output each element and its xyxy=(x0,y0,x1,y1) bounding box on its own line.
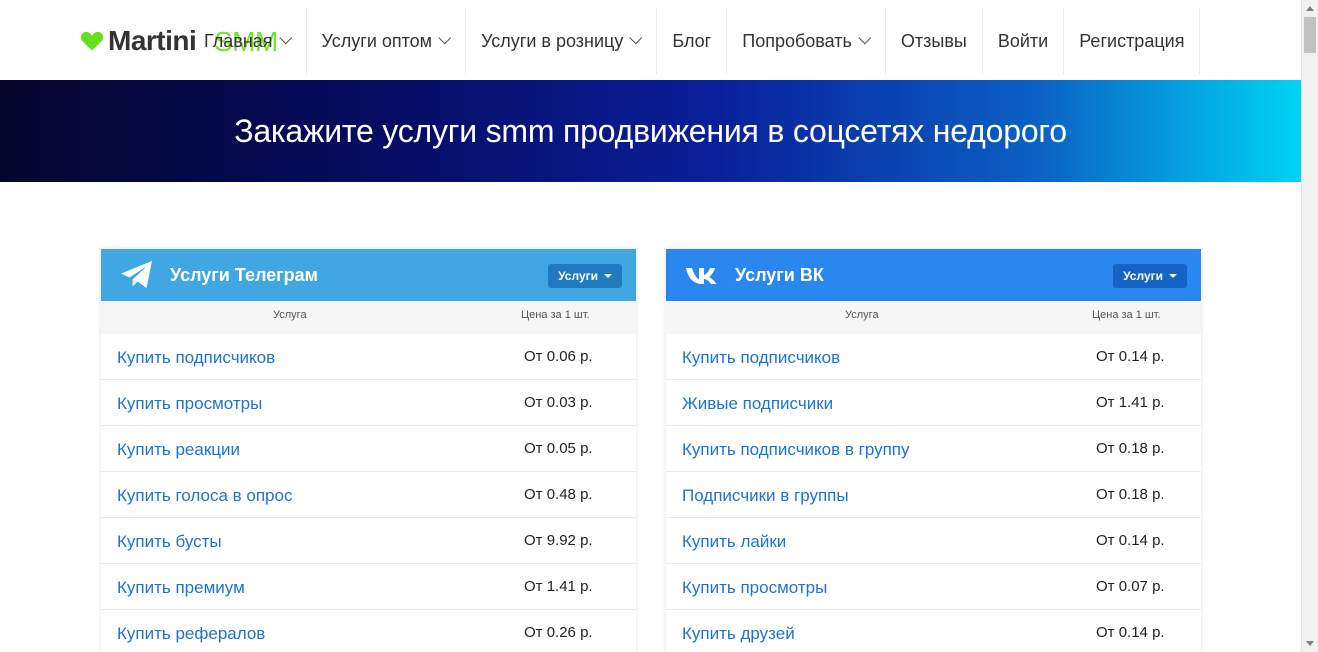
service-price: От 0.18 р. xyxy=(1096,486,1165,503)
chevron-down-icon xyxy=(858,31,872,44)
service-link[interactable]: Купить друзей xyxy=(682,624,795,644)
service-price: От 0.48 р. xyxy=(524,486,593,503)
service-link[interactable]: Купить просмотры xyxy=(682,578,827,598)
table-row: Купить лайки От 0.14 р. xyxy=(666,518,1201,564)
service-price: От 0.18 р. xyxy=(1096,440,1165,457)
nav-item-login[interactable]: Войти xyxy=(983,8,1065,74)
main-nav: Главная Услуги оптом Услуги в розницу Бл… xyxy=(196,8,1201,74)
column-header-price: Цена за 1 шт. xyxy=(521,309,590,321)
column-header-service: Услуга xyxy=(845,309,879,321)
service-price: От 0.14 р. xyxy=(1096,348,1165,365)
service-link[interactable]: Купить лайки xyxy=(682,532,786,552)
scroll-up-arrow-icon[interactable] xyxy=(1306,6,1314,11)
logo-text-martini: Martini xyxy=(108,25,197,56)
scroll-down-arrow-icon[interactable] xyxy=(1306,641,1314,646)
site-logo[interactable]: Martini SMM xyxy=(80,25,278,57)
service-price: От 0.03 р. xyxy=(524,394,593,411)
telegram-services-card: Услуги Телеграм Услуги Услуга Цена за 1 … xyxy=(101,249,636,652)
service-price: От 9.92 р. xyxy=(524,532,593,549)
nav-item-label: Блог xyxy=(672,30,712,51)
site-header: Martini SMM Главная Услуги оптом Услуги … xyxy=(0,0,1301,80)
service-price: От 0.05 р. xyxy=(524,440,593,457)
table-row: Купить подписчиков От 0.14 р. xyxy=(666,334,1201,380)
nav-item-label: Главная xyxy=(204,30,273,51)
table-row: Купить просмотры От 0.07 р. xyxy=(666,564,1201,610)
scrollbar-thumb[interactable] xyxy=(1304,17,1316,53)
service-link[interactable]: Купить голоса в опрос xyxy=(117,486,292,506)
hero-title: Закажите услуги smm продвижения в соцсет… xyxy=(234,112,1067,149)
nav-item-register[interactable]: Регистрация xyxy=(1064,8,1201,74)
caret-down-icon xyxy=(1169,274,1177,278)
chevron-down-icon xyxy=(278,31,292,44)
service-link[interactable]: Купить реакции xyxy=(117,440,240,460)
table-row: Купить друзей От 0.14 р. xyxy=(666,610,1201,652)
service-price: От 1.41 р. xyxy=(1096,394,1165,411)
table-row: Купить подписчиков в группу От 0.18 р. xyxy=(666,426,1201,472)
service-link[interactable]: Подписчики в группы xyxy=(682,486,849,506)
telegram-icon xyxy=(121,261,152,288)
table-row: Подписчики в группы От 0.18 р. xyxy=(666,472,1201,518)
table-row: Купить бусты От 9.92 р. xyxy=(101,518,636,564)
service-link[interactable]: Купить рефералов xyxy=(117,624,265,644)
service-price: От 0.26 р. xyxy=(524,624,593,641)
services-dropdown-button[interactable]: Услуги xyxy=(1113,264,1187,288)
nav-item-blog[interactable]: Блог xyxy=(657,8,728,74)
column-header-price: Цена за 1 шт. xyxy=(1092,309,1161,321)
nav-item-home[interactable]: Главная xyxy=(196,8,307,74)
table-row: Живые подписчики От 1.41 р. xyxy=(666,380,1201,426)
services-button-label: Услуги xyxy=(558,269,598,283)
chevron-down-icon xyxy=(629,31,643,44)
card-header: Услуги Телеграм Услуги xyxy=(101,249,636,301)
service-link[interactable]: Купить подписчиков в группу xyxy=(682,440,910,460)
service-link[interactable]: Купить подписчиков xyxy=(682,348,840,368)
service-link[interactable]: Купить бусты xyxy=(117,532,222,552)
nav-item-label: Регистрация xyxy=(1079,30,1185,51)
service-link[interactable]: Купить премиум xyxy=(117,578,245,598)
service-link[interactable]: Живые подписчики xyxy=(682,394,833,414)
heart-icon xyxy=(80,31,104,51)
nav-item-label: Отзывы xyxy=(900,30,967,51)
nav-item-wholesale[interactable]: Услуги оптом xyxy=(307,8,467,74)
service-price: От 0.14 р. xyxy=(1096,624,1165,641)
service-link[interactable]: Купить подписчиков xyxy=(117,348,275,368)
nav-item-try[interactable]: Попробовать xyxy=(727,8,886,74)
card-header: Услуги ВК Услуги xyxy=(666,249,1201,301)
table-row: Купить премиум От 1.41 р. xyxy=(101,564,636,610)
caret-down-icon xyxy=(604,274,612,278)
nav-item-label: Попробовать xyxy=(742,30,852,51)
table-row: Купить голоса в опрос От 0.48 р. xyxy=(101,472,636,518)
nav-item-label: Услуги оптом xyxy=(321,30,433,51)
service-price: От 0.06 р. xyxy=(524,348,593,365)
table-row: Купить реакции От 0.05 р. xyxy=(101,426,636,472)
nav-item-retail[interactable]: Услуги в розницу xyxy=(466,8,658,74)
table-row: Купить просмотры От 0.03 р. xyxy=(101,380,636,426)
vk-services-card: Услуги ВК Услуги Услуга Цена за 1 шт. Ку… xyxy=(666,249,1201,652)
nav-item-label: Услуги в розницу xyxy=(481,30,624,51)
service-price: От 0.14 р. xyxy=(1096,532,1165,549)
table-row: Купить рефералов От 0.26 р. xyxy=(101,610,636,652)
nav-item-label: Войти xyxy=(997,30,1049,51)
services-dropdown-button[interactable]: Услуги xyxy=(548,264,622,288)
chevron-down-icon xyxy=(438,31,452,44)
column-header-service: Услуга xyxy=(273,309,307,321)
services-button-label: Услуги xyxy=(1123,269,1163,283)
page-scrollbar[interactable] xyxy=(1301,0,1318,652)
card-title: Услуги ВК xyxy=(735,265,824,285)
hero-banner: Закажите услуги smm продвижения в соцсет… xyxy=(0,80,1301,182)
service-link[interactable]: Купить просмотры xyxy=(117,394,262,414)
card-title: Услуги Телеграм xyxy=(170,265,318,285)
service-price: От 0.07 р. xyxy=(1096,578,1165,595)
table-header: Услуга Цена за 1 шт. xyxy=(666,301,1201,334)
table-row: Купить подписчиков От 0.06 р. xyxy=(101,334,636,380)
nav-item-reviews[interactable]: Отзывы xyxy=(886,8,983,74)
service-price: От 1.41 р. xyxy=(524,578,593,595)
vk-icon xyxy=(686,268,717,284)
table-header: Услуга Цена за 1 шт. xyxy=(101,301,636,334)
